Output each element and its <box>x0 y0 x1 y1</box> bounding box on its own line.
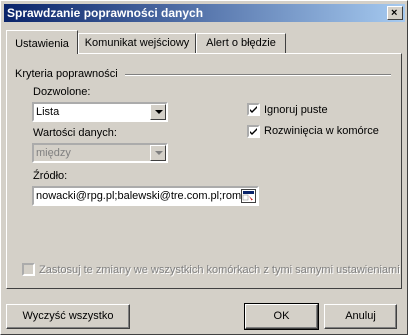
tab-input-message[interactable]: Komunikat wejściowy <box>78 33 196 53</box>
tab-settings-label: Ustawienia <box>15 38 69 50</box>
in-cell-dropdown-checkbox[interactable] <box>247 125 260 138</box>
data-label: Wartości danych: <box>33 127 117 139</box>
ignore-blank-label[interactable]: Ignoruj puste <box>264 103 328 117</box>
close-button[interactable]: × <box>387 6 403 20</box>
close-icon: × <box>391 7 398 19</box>
ok-button[interactable]: OK <box>244 303 319 330</box>
apply-all-label: Zastosuj te zmiany we wszystkich komórka… <box>39 264 400 276</box>
clear-all-button[interactable]: Wyczyść wszystko <box>6 304 130 329</box>
source-label: Źródło: <box>33 170 68 182</box>
allow-label: Dozwolone: <box>33 85 90 99</box>
allow-select-value: Lista <box>36 106 60 118</box>
allow-select[interactable]: Lista <box>32 102 168 122</box>
clear-all-label: Wyczyść wszystko <box>22 310 114 322</box>
source-input[interactable]: nowacki@rpg.pl;balewski@tre.com.pl;rom <box>32 186 259 206</box>
ok-label: OK <box>273 310 290 322</box>
dialog-title: Sprawdzanie poprawności danych <box>7 6 204 20</box>
tab-error-alert[interactable]: Alert o błędzie <box>196 33 286 53</box>
allow-dropdown-button[interactable] <box>150 104 166 120</box>
checkmark-icon <box>250 106 257 113</box>
ignore-blank-checkbox[interactable] <box>247 103 260 116</box>
criteria-group-label: Kryteria poprawności <box>15 68 118 80</box>
apply-all-checkbox[interactable] <box>22 263 35 276</box>
cancel-button[interactable]: Anuluj <box>324 304 397 329</box>
data-select-value: między <box>36 147 71 159</box>
allow-label-text: Dozwolone: <box>33 86 91 98</box>
title-bar[interactable]: Sprawdzanie poprawności danych × <box>4 4 405 22</box>
cancel-label: Anuluj <box>345 310 376 322</box>
source-input-value: nowacki@rpg.pl;balewski@tre.com.pl;rom <box>36 190 242 202</box>
checkmark-icon <box>250 128 257 135</box>
chevron-down-icon <box>155 110 163 114</box>
in-cell-dropdown-label[interactable]: Rozwinięcia w komórce <box>264 124 379 138</box>
tab-input-message-label: Komunikat wejściowy <box>84 37 190 49</box>
chevron-down-icon <box>155 151 163 155</box>
tab-error-alert-label: Alert o błędzie <box>206 37 276 49</box>
data-validation-dialog: Sprawdzanie poprawności danych × Ustawie… <box>0 0 408 335</box>
collapse-dialog-button[interactable] <box>241 189 256 203</box>
tab-settings[interactable]: Ustawienia <box>6 30 78 54</box>
group-divider <box>125 74 391 76</box>
data-select[interactable]: między <box>32 143 168 163</box>
data-dropdown-button[interactable] <box>150 145 166 161</box>
range-select-icon <box>241 189 256 203</box>
